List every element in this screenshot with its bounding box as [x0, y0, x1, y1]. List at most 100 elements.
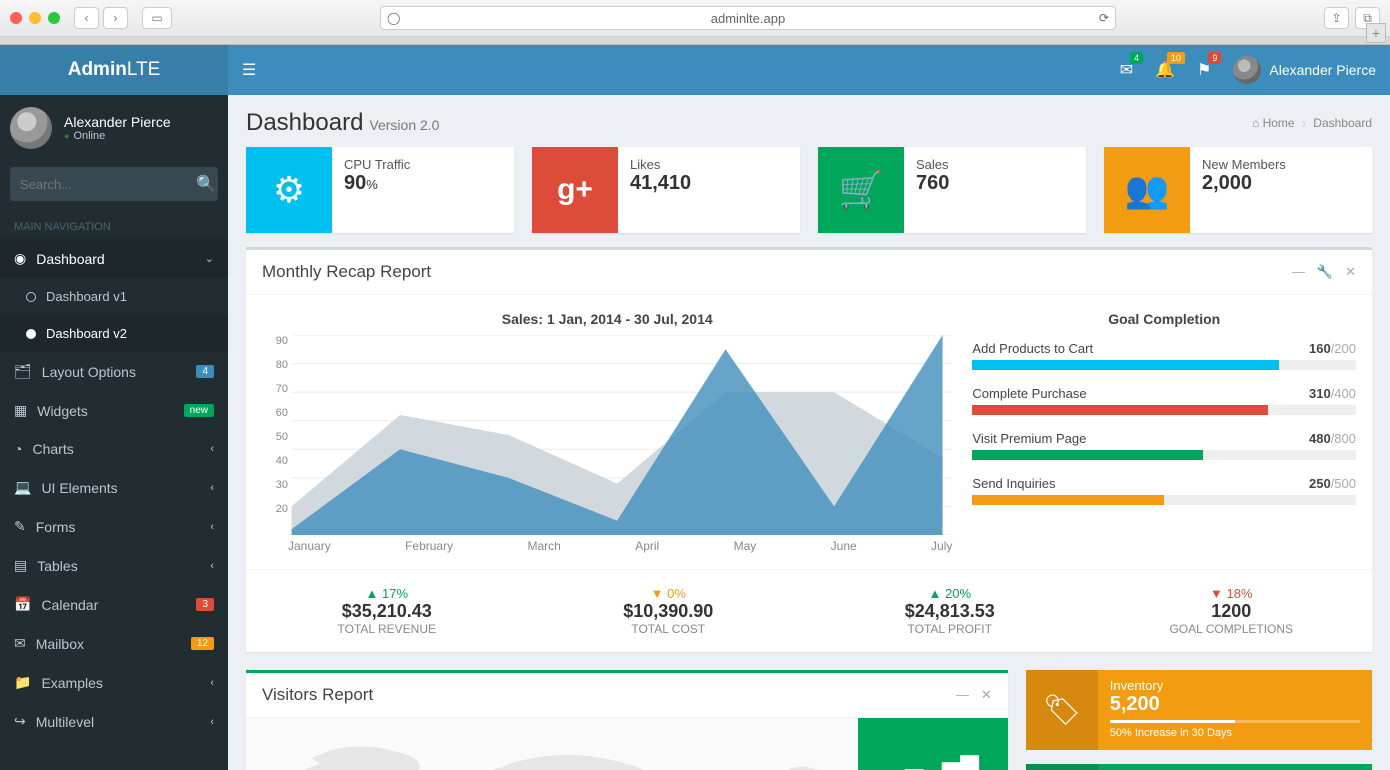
browser-toolbar: ‹ › ▭ ◯ adminlte.app ⟳ ⇪ ⧉: [0, 0, 1390, 37]
share-button[interactable]: ⇪: [1324, 7, 1349, 29]
home-icon: ⌂: [1252, 116, 1259, 130]
world-map[interactable]: [246, 718, 858, 770]
nav-charts[interactable]: ◔ Charts ‹: [0, 430, 228, 468]
nav-examples[interactable]: 📁 Examples ‹: [0, 663, 228, 702]
footer-stat: ▼ 18% 1200 GOAL COMPLETIONS: [1091, 570, 1373, 652]
footer-stat: ▲ 17% $35,210.43 TOTAL REVENUE: [246, 570, 528, 652]
tasks-menu[interactable]: ⚑9: [1197, 60, 1211, 80]
google-plus-icon: g+: [532, 147, 618, 233]
badge-new: new: [184, 404, 214, 417]
minimize-window[interactable]: [29, 12, 41, 24]
grid-icon: ▦: [14, 402, 27, 419]
infobox-members: 👥 New Members 2,000: [1104, 147, 1372, 233]
close-button[interactable]: ✕: [1345, 264, 1356, 280]
nav-header: MAIN NAVIGATION: [0, 211, 228, 239]
top-navbar: ☰ ✉4 🔔10 ⚑9 Alexander Pierce: [228, 45, 1390, 95]
reload-icon[interactable]: ⟳: [1099, 11, 1109, 25]
visitors-sparkline-panel: ▁▃▂▅▇ 8390: [858, 718, 1008, 770]
nav-forms[interactable]: ✎ Forms ‹: [0, 507, 228, 546]
url-text: adminlte.app: [711, 11, 785, 26]
info-box-row: ⚙ CPU Traffic 90% g+ Likes 41,410 🛒: [246, 147, 1372, 233]
goal-item: Visit Premium Page480/800: [972, 431, 1356, 460]
infobox-likes: g+ Likes 41,410: [532, 147, 800, 233]
avatar: [1233, 56, 1261, 84]
table-icon: ▤: [14, 557, 27, 574]
user-status: Online: [64, 130, 171, 142]
dashboard-icon: ◉: [14, 250, 26, 267]
close-button[interactable]: ✕: [981, 687, 992, 703]
badge: 4: [196, 365, 214, 378]
main-area: ☰ ✉4 🔔10 ⚑9 Alexander Pierce DashboardVe…: [228, 45, 1390, 770]
cart-icon: 🛒: [818, 147, 904, 233]
sidebar-search[interactable]: 🔍: [10, 167, 218, 201]
messages-menu[interactable]: ✉4: [1120, 60, 1133, 80]
collapse-button[interactable]: —: [956, 687, 969, 703]
circle-icon: [26, 292, 36, 302]
forward-button[interactable]: ›: [103, 7, 128, 29]
footer-stat: ▲ 20% $24,813.53 TOTAL PROFIT: [809, 570, 1091, 652]
bar-chart-icon: ▁▃▂▅▇: [887, 752, 979, 770]
menu-toggle[interactable]: ☰: [242, 60, 256, 80]
chevron-left-icon: ‹: [210, 443, 214, 455]
nav-dashboard-v2[interactable]: Dashboard v2: [0, 315, 228, 352]
brand-logo[interactable]: AdminLTE: [0, 45, 228, 95]
badge: 3: [196, 598, 214, 611]
badge: 12: [191, 637, 214, 650]
notifications-menu[interactable]: 🔔10: [1155, 60, 1175, 80]
goal-item: Add Products to Cart160/200: [972, 341, 1356, 370]
heart-icon: ♡: [1026, 764, 1098, 770]
sales-chart: Sales: 1 Jan, 2014 - 30 Jul, 2014 908070…: [262, 311, 952, 553]
card-monthly-recap: Monthly Recap Report — 🔧 ✕ Sales: 1 Jan,…: [246, 247, 1372, 652]
users-icon: 👥: [1104, 147, 1190, 233]
collapse-button[interactable]: —: [1292, 264, 1305, 280]
nav-calendar[interactable]: 📅 Calendar 3: [0, 585, 228, 624]
back-button[interactable]: ‹: [74, 7, 99, 29]
piechart-icon: ◔: [14, 441, 22, 457]
goal-item: Complete Purchase310/400: [972, 386, 1356, 415]
card-visitors: Visitors Report — ✕: [246, 670, 1008, 770]
infobox-sales: 🛒 Sales 760: [818, 147, 1086, 233]
nav-dashboard[interactable]: ◉ Dashboard ⌄: [0, 239, 228, 278]
circle-filled-icon: [26, 329, 36, 339]
user-name: Alexander Pierce: [64, 114, 171, 130]
search-input[interactable]: [20, 177, 196, 192]
chevron-left-icon: ‹: [210, 677, 214, 689]
goal-item: Send Inquiries250/500: [972, 476, 1356, 505]
kpi-mentions: ♡ Mentions: [1026, 764, 1372, 770]
nav-layout[interactable]: 🗂 Layout Options 4: [0, 352, 228, 391]
user-panel: Alexander Pierce Online: [0, 95, 228, 161]
tab-strip: +: [0, 37, 1390, 45]
content-header: DashboardVersion 2.0 ⌂ Home › Dashboard: [228, 95, 1390, 147]
folder-icon: 📁: [14, 674, 31, 691]
close-window[interactable]: [10, 12, 22, 24]
nav-mailbox[interactable]: ✉ Mailbox 12: [0, 624, 228, 663]
chevron-left-icon: ‹: [210, 482, 214, 494]
zoom-window[interactable]: [48, 12, 60, 24]
calendar-icon: 📅: [14, 596, 31, 613]
new-tab-button[interactable]: +: [1366, 23, 1386, 43]
address-bar[interactable]: ◯ adminlte.app ⟳: [380, 6, 1116, 30]
recap-footer: ▲ 17% $35,210.43 TOTAL REVENUE ▼ 0% $10,…: [246, 569, 1372, 652]
avatar: [10, 107, 52, 149]
page-title: DashboardVersion 2.0: [246, 109, 439, 137]
footer-stat: ▼ 0% $10,390.90 TOTAL COST: [528, 570, 810, 652]
chevron-down-icon: ⌄: [205, 252, 214, 265]
kpi-inventory: 🏷 Inventory 5,200 50% Increase in 30 Day…: [1026, 670, 1372, 750]
chevron-left-icon: ‹: [210, 521, 214, 533]
goal-completion: Goal Completion Add Products to Cart160/…: [972, 311, 1356, 553]
gear-icon: ⚙: [246, 147, 332, 233]
window-controls: [10, 12, 60, 24]
sidebar-toggle[interactable]: ▭: [142, 7, 172, 29]
nav-tables[interactable]: ▤ Tables ‹: [0, 546, 228, 585]
user-menu[interactable]: Alexander Pierce: [1233, 56, 1376, 84]
site-settings-icon: ◯: [387, 11, 400, 25]
nav-widgets[interactable]: ▦ Widgets new: [0, 391, 228, 430]
share-icon: ↪: [14, 713, 26, 730]
chevron-left-icon: ‹: [210, 716, 214, 728]
nav-ui[interactable]: 💻 UI Elements ‹: [0, 468, 228, 507]
nav-multilevel[interactable]: ↪ Multilevel ‹: [0, 702, 228, 741]
card-title: Visitors Report: [262, 685, 373, 705]
settings-button[interactable]: 🔧: [1317, 264, 1333, 280]
search-icon[interactable]: 🔍: [196, 174, 216, 194]
nav-dashboard-v1[interactable]: Dashboard v1: [0, 278, 228, 315]
